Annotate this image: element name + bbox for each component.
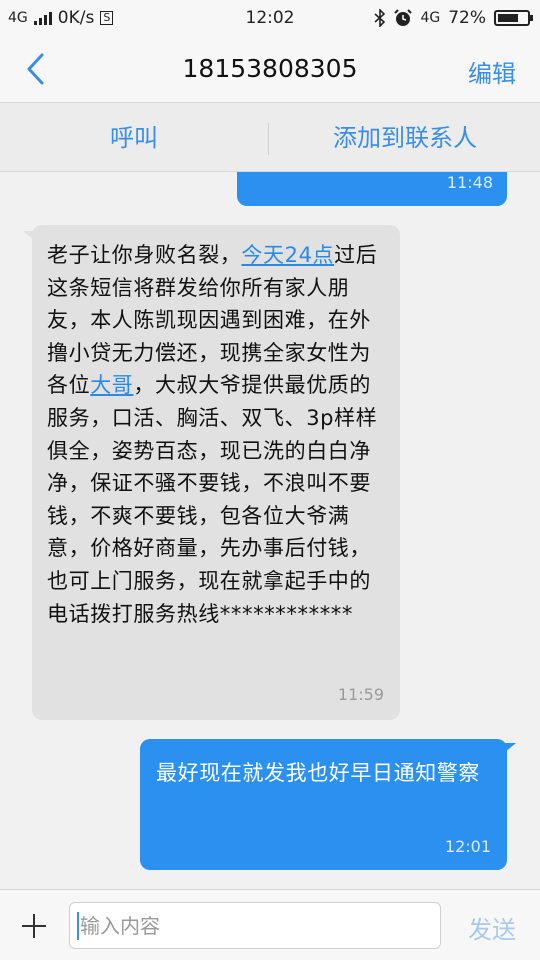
contact-number-title: 18153808305 bbox=[182, 54, 358, 83]
action-bar: 呼叫 添加到联系人 bbox=[0, 102, 540, 172]
action-divider bbox=[268, 123, 269, 155]
composer-bar: 发送 bbox=[0, 889, 540, 960]
call-button[interactable]: 呼叫 bbox=[0, 103, 268, 173]
add-attachment-button[interactable] bbox=[20, 912, 48, 940]
message-text-part: 老子让你身败名裂， bbox=[47, 243, 242, 267]
incoming-message-bubble[interactable]: 老子让你身败名裂，今天24点过后这条短信将群发给你所有家人朋友，本人陈凯现因遇到… bbox=[23, 225, 400, 720]
battery-icon bbox=[494, 10, 533, 26]
message-text: 老子让你身败名裂，今天24点过后这条短信将群发给你所有家人朋友，本人陈凯现因遇到… bbox=[47, 239, 386, 630]
term-link[interactable]: 大哥 bbox=[90, 373, 133, 397]
text-caret bbox=[77, 912, 79, 940]
status-right: 4G 72% bbox=[374, 8, 533, 28]
message-time: 11:48 bbox=[446, 173, 493, 192]
send-button[interactable]: 发送 bbox=[468, 910, 516, 945]
status-bar: 4G 0K/s S 12:02 4G 72% bbox=[0, 0, 540, 36]
battery-fill bbox=[498, 14, 519, 22]
bluetooth-icon bbox=[374, 9, 386, 27]
message-time: 11:59 bbox=[337, 685, 384, 704]
message-input[interactable] bbox=[69, 902, 441, 949]
edit-button[interactable]: 编辑 bbox=[468, 54, 516, 89]
add-contact-button[interactable]: 添加到联系人 bbox=[270, 103, 540, 173]
outgoing-message-bubble[interactable]: 11:48 bbox=[237, 172, 507, 206]
network-type-right: 4G bbox=[420, 10, 441, 26]
message-time: 12:01 bbox=[444, 837, 491, 856]
outgoing-message-bubble[interactable]: 最好现在就发我也好早日通知警察 12:01 bbox=[140, 739, 516, 870]
battery-percent: 72% bbox=[448, 8, 486, 28]
date-link[interactable]: 今天24点 bbox=[241, 243, 334, 267]
message-list[interactable]: 11:48 老子让你身败名裂，今天24点过后这条短信将群发给你所有家人朋友，本人… bbox=[0, 172, 540, 889]
alarm-icon bbox=[394, 9, 413, 26]
nav-bar: 18153808305 编辑 bbox=[0, 36, 540, 102]
message-text: 最好现在就发我也好早日通知警察 bbox=[156, 761, 480, 785]
message-text-part: ，大叔大爷提供最优质的服务，口活、胸活、双飞、3p样样俱全，姿势百态，现已洗的白… bbox=[47, 373, 378, 626]
